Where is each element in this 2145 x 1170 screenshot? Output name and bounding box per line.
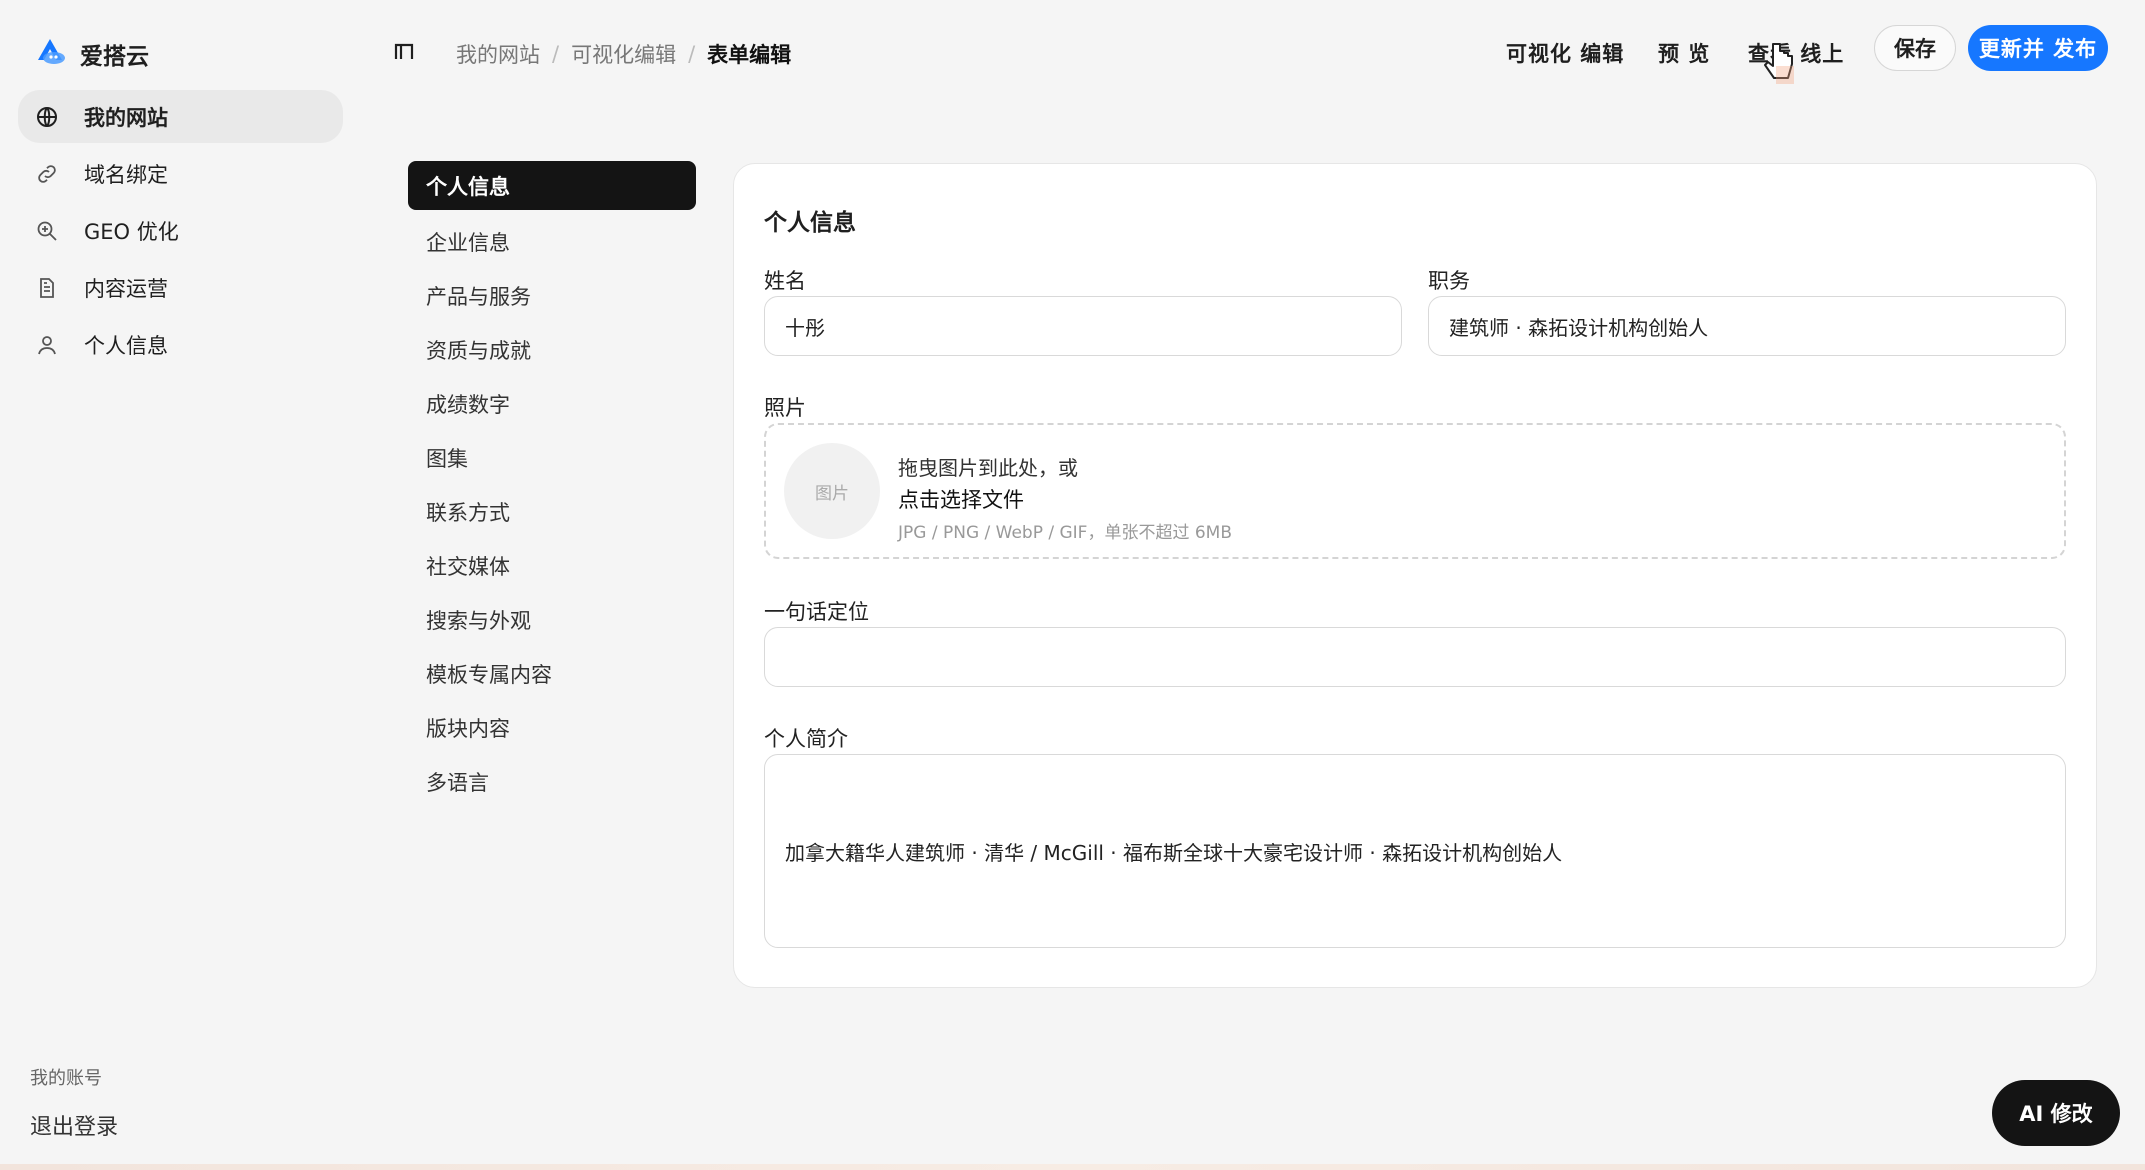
- section-item-company-info[interactable]: 企业信息: [408, 215, 696, 269]
- sidebar-item-label: 我的网站: [84, 105, 168, 130]
- section-item-contact[interactable]: 联系方式: [408, 485, 696, 539]
- globe-icon: [34, 104, 60, 130]
- ai-edit-button[interactable]: AI 修改: [1992, 1080, 2120, 1146]
- breadcrumb: 我的网站 / 可视化编辑 / 表单编辑: [456, 39, 791, 69]
- breadcrumb-separator: /: [688, 42, 696, 66]
- drag-hint: 拖曳图片到此处，或: [898, 456, 1078, 480]
- save-button[interactable]: 保存: [1874, 25, 1956, 71]
- section-menu: 个人信息 企业信息 产品与服务 资质与成就 成绩数字 图集 联系方式 社交媒体 …: [408, 161, 696, 809]
- breadcrumb-separator: /: [552, 42, 560, 66]
- sidebar-item-my-sites[interactable]: 我的网站: [18, 90, 343, 143]
- zoom-in-icon: [34, 218, 60, 244]
- form-title: 个人信息: [764, 210, 856, 236]
- account-section-label: 我的账号: [30, 1068, 102, 1089]
- sidebar-item-label: 个人信息: [84, 333, 168, 358]
- file-format-hint: JPG / PNG / WebP / GIF，单张不超过 6MB: [898, 523, 1233, 543]
- sidebar-item-profile[interactable]: 个人信息: [18, 318, 343, 371]
- logout-link[interactable]: 退出登录: [30, 1109, 118, 1141]
- sidebar-item-geo[interactable]: GEO 优化: [18, 204, 343, 257]
- section-item-personal-info[interactable]: 个人信息: [408, 161, 696, 210]
- photo-placeholder: 图片: [784, 443, 880, 539]
- breadcrumb-my-sites[interactable]: 我的网站: [456, 39, 540, 69]
- link-icon: [34, 161, 60, 187]
- name-label: 姓名: [764, 269, 806, 293]
- visual-edit-button[interactable]: 可视化 编辑: [1506, 38, 1624, 68]
- sidebar-nav: 我的网站 域名绑定 GEO 优化 内容运营 个人信息: [18, 90, 343, 375]
- choose-file-link[interactable]: 点击选择文件: [898, 484, 1024, 514]
- name-field-value: 十彤: [785, 315, 825, 340]
- bio-textarea[interactable]: 加拿大籍华人建筑师 · 清华 / McGill · 福布斯全球十大豪宅设计师 ·…: [764, 754, 2066, 948]
- section-item-products[interactable]: 产品与服务: [408, 269, 696, 323]
- sidebar-item-label: GEO 优化: [84, 219, 179, 244]
- brand-name: 爱搭云: [80, 43, 149, 70]
- section-item-template-content[interactable]: 模板专属内容: [408, 647, 696, 701]
- document-icon: [34, 275, 60, 301]
- window-bottom-edge: [0, 1164, 2145, 1170]
- sidebar-item-domain[interactable]: 域名绑定: [18, 147, 343, 200]
- section-item-seo-appearance[interactable]: 搜索与外观: [408, 593, 696, 647]
- name-field[interactable]: 十彤: [764, 296, 1402, 356]
- cloud-logo-icon: [34, 36, 68, 71]
- role-field[interactable]: 建筑师 · 森拓设计机构创始人: [1428, 296, 2066, 356]
- photo-label: 照片: [764, 396, 806, 420]
- pointer-cursor-icon: [1762, 40, 1796, 91]
- sidebar-item-content[interactable]: 内容运营: [18, 261, 343, 314]
- sidebar-item-label: 内容运营: [84, 276, 168, 301]
- tagline-field[interactable]: [764, 627, 2066, 687]
- role-label: 职务: [1428, 269, 1470, 293]
- tagline-label: 一句话定位: [764, 600, 869, 624]
- publish-button[interactable]: 更新并 发布: [1968, 25, 2108, 71]
- section-item-blocks[interactable]: 版块内容: [408, 701, 696, 755]
- bio-textarea-value: 加拿大籍华人建筑师 · 清华 / McGill · 福布斯全球十大豪宅设计师 ·…: [785, 840, 1563, 865]
- sidebar-item-label: 域名绑定: [84, 162, 168, 187]
- role-field-value: 建筑师 · 森拓设计机构创始人: [1449, 315, 1709, 340]
- section-item-social[interactable]: 社交媒体: [408, 539, 696, 593]
- section-item-gallery[interactable]: 图集: [408, 431, 696, 485]
- breadcrumb-current: 表单编辑: [707, 43, 792, 67]
- section-item-stats[interactable]: 成绩数字: [408, 377, 696, 431]
- breadcrumb-visual-edit[interactable]: 可视化编辑: [571, 39, 676, 69]
- sidebar-collapse-icon[interactable]: [393, 40, 415, 67]
- user-icon: [34, 332, 60, 358]
- brand-logo[interactable]: 爱搭云: [34, 36, 149, 71]
- preview-button[interactable]: 预 览: [1658, 38, 1710, 68]
- section-item-credentials[interactable]: 资质与成就: [408, 323, 696, 377]
- section-item-languages[interactable]: 多语言: [408, 755, 696, 809]
- photo-placeholder-text: 图片: [815, 483, 849, 504]
- bio-label: 个人简介: [764, 727, 848, 751]
